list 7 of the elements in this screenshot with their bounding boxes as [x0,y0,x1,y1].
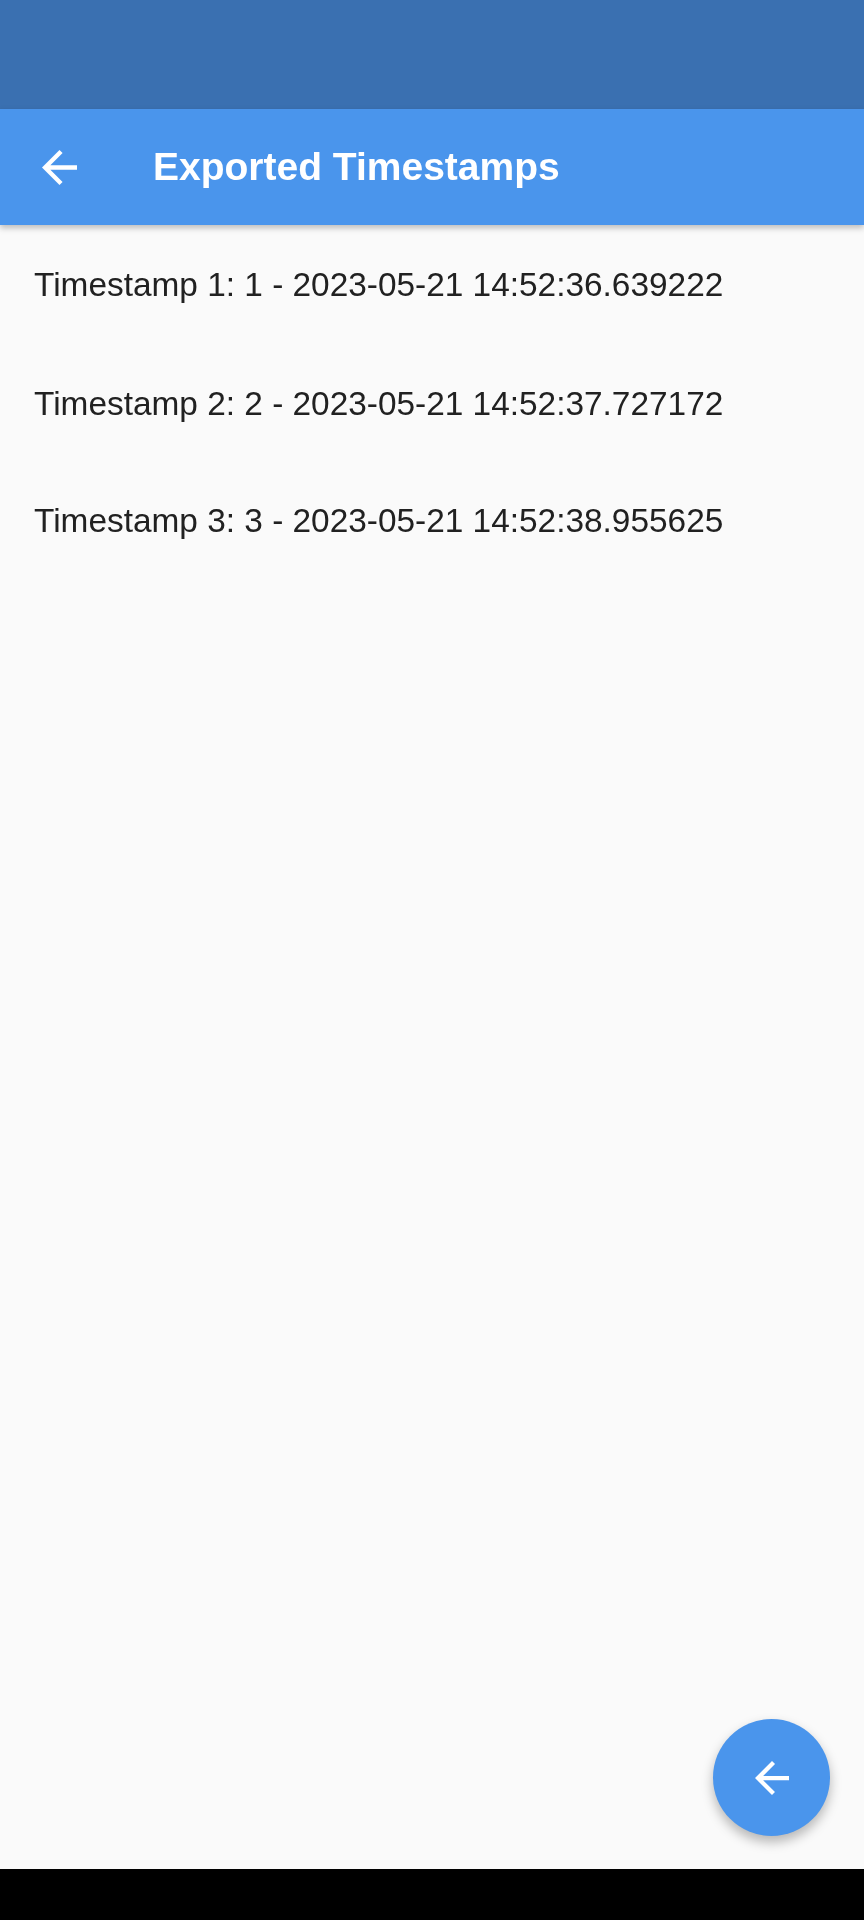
timestamp-text: Timestamp 2: 2 - 2023-05-21 14:52:37.727172 [34,384,724,423]
back-icon[interactable] [42,149,77,185]
floating-action-button[interactable] [713,1719,830,1836]
back-icon [754,1760,789,1795]
app-bar-title: Exported Timestamps [153,145,560,189]
timestamp-text: Timestamp 1: 1 - 2023-05-21 14:52:36.639222 [34,266,724,304]
timestamp-text: Timestamp 3: 3 - 2023-05-21 14:52:38.955625 [34,501,724,540]
